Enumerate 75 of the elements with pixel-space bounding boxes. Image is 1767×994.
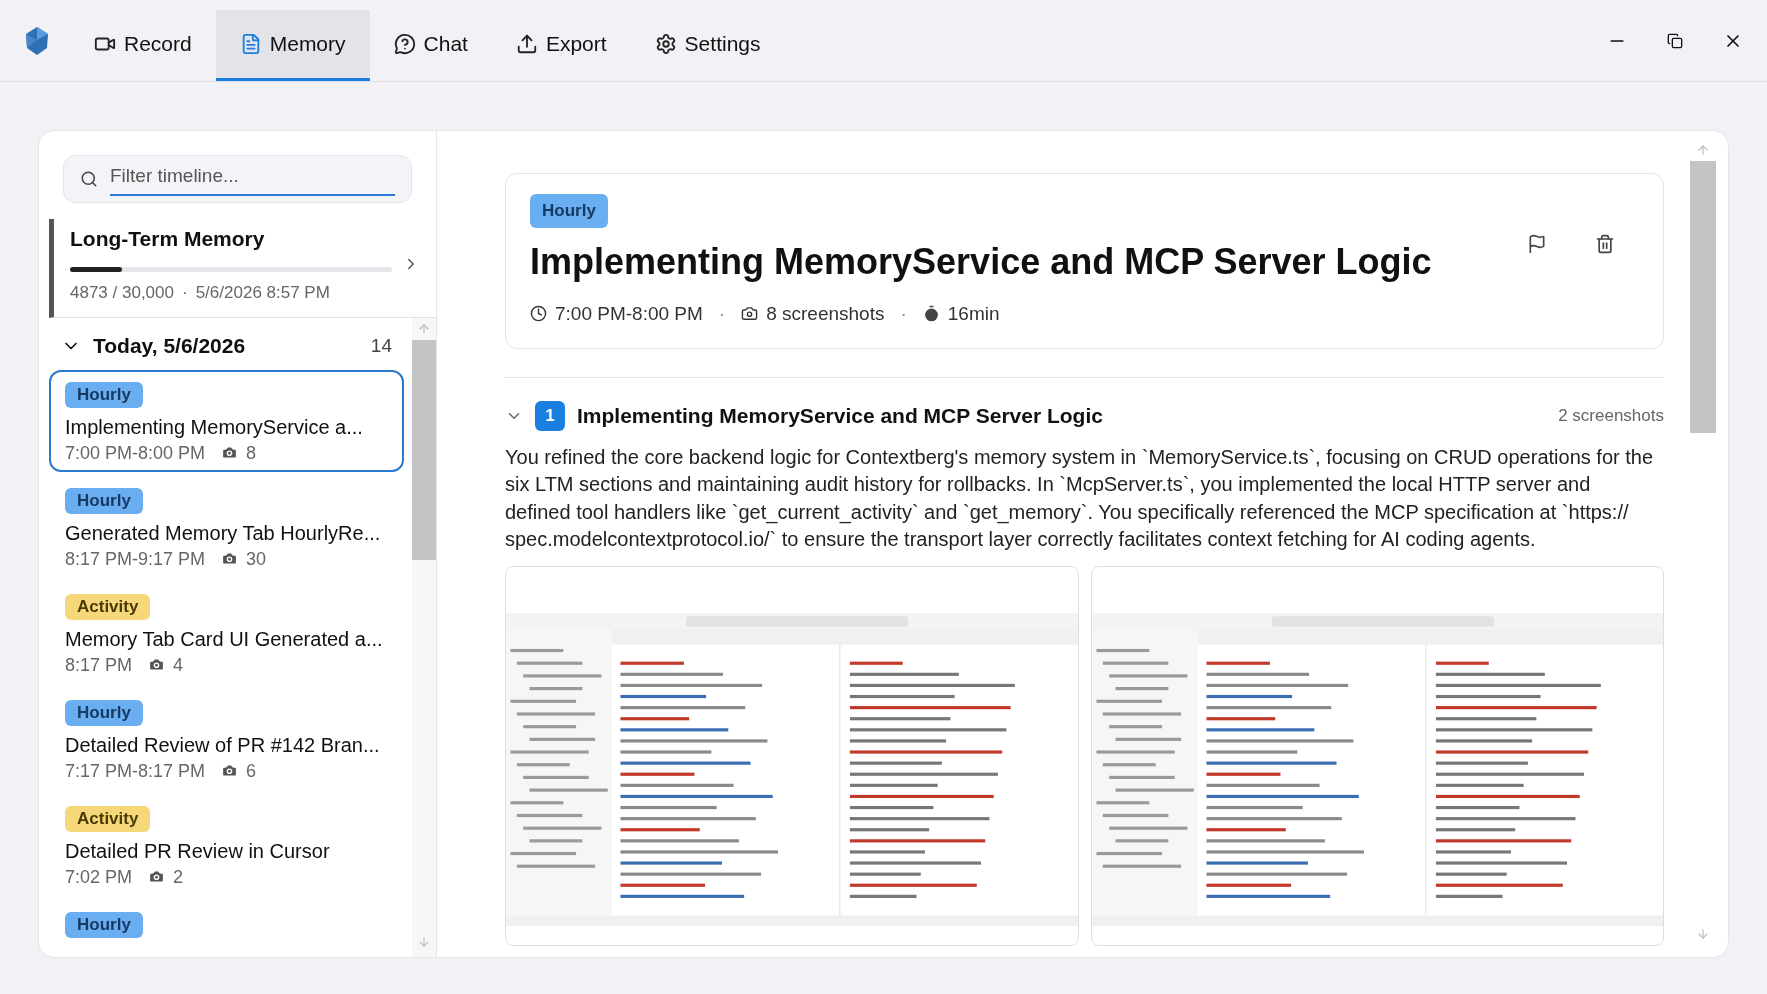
screenshot-count: 6 <box>246 759 257 782</box>
delete-icon[interactable] <box>1595 234 1615 254</box>
category-badge: Hourly <box>65 381 143 408</box>
separator-dot: · <box>182 281 188 304</box>
long-term-memory-card[interactable]: Long-Term Memory 4873 / 30,000 · 5/6/2026 8:57 PM <box>49 219 436 318</box>
time-range: 7:00 PM-8:00 PM <box>555 301 703 326</box>
screenshot-count: 30 <box>246 547 267 570</box>
screenshot-count: 4 <box>173 653 184 676</box>
screenshot-count: 2 <box>173 865 184 888</box>
category-badge: Hourly <box>530 194 608 228</box>
screenshot-total: 8 screenshots <box>766 301 885 326</box>
memory-title: Long-Term Memory <box>70 226 266 252</box>
item-count: 14 <box>370 333 392 358</box>
scroll-up-icon[interactable] <box>417 322 431 336</box>
camera-icon <box>221 762 239 779</box>
section-title: Implementing MemoryService and MCP Server Logic <box>577 403 1104 429</box>
stopwatch-icon <box>922 305 940 323</box>
timeline-item[interactable]: Hourly Detailed Review of PR #142 Bran... 7:17 PM-8:17 PM 6 <box>49 687 404 790</box>
search-icon <box>80 170 98 188</box>
memory-updated: 5/6/2026 8:57 PM <box>195 281 330 304</box>
nav-tab[interactable]: Memory <box>215 10 370 81</box>
tab-icon <box>515 33 538 55</box>
day-title: Today, 5/6/2026 <box>93 333 247 359</box>
filter-field[interactable]: Filter timeline... <box>63 155 412 203</box>
nav-tab[interactable]: Settings <box>630 10 785 81</box>
category-badge: Activity <box>65 593 151 620</box>
scroll-up-icon[interactable] <box>1696 143 1710 157</box>
scroll-thumb[interactable] <box>412 340 436 560</box>
category-badge: Hourly <box>65 911 143 938</box>
summary-title: Implementing MemoryService and MCP Server Logic <box>530 239 1433 284</box>
item-title: Detailed PR Review in Cursor <box>65 838 331 864</box>
section-count: 2 screenshots <box>1558 405 1664 427</box>
item-title: Implementing MemoryService a... <box>65 414 364 440</box>
category-badge: Hourly <box>65 699 143 726</box>
timeline-item[interactable]: Hourly <box>49 899 404 946</box>
timeline-item[interactable]: Hourly Generated Memory Tab HourlyRe... 8:17 PM-9:17 PM 30 <box>49 475 404 578</box>
category-badge: Activity <box>65 805 151 832</box>
restore-icon[interactable] <box>1667 32 1683 49</box>
separator-dot: · <box>900 301 907 326</box>
nav-tab[interactable]: Record <box>70 10 216 81</box>
scrollbar[interactable] <box>412 318 436 957</box>
scroll-thumb[interactable] <box>1690 161 1716 433</box>
item-time: 7:02 PM <box>65 865 133 888</box>
flag-icon[interactable] <box>1527 234 1547 254</box>
item-time: 7:00 PM-8:00 PM <box>65 441 206 464</box>
section-number: 1 <box>535 400 565 431</box>
day-group-header[interactable]: Today, 5/6/2026 14 <box>49 330 404 362</box>
item-time: 8:17 PM <box>65 653 133 676</box>
camera-icon <box>148 868 166 885</box>
scroll-down-icon[interactable] <box>1696 927 1710 941</box>
item-time: 8:17 PM-9:17 PM <box>65 547 206 570</box>
item-title: Memory Tab Card UI Generated a... <box>65 626 384 652</box>
category-badge: Hourly <box>65 487 143 514</box>
section-summary: You refined the core backend logic for Contextberg's memory system in `MemoryService.ts`, focusing on CRUD operations for the six LTM sections and maintaining audit history for rollbacks. In `McpServer.ts`, you implemented the local HTTP server and defined tool handlers like `get_current_activity` and `get_memory`. You specifically referenced the MCP specification at `https:// spec.modelcontextprotocol.io/` to ensure the transport layer correctly facilitates context fetching for AI coding agents. <box>505 444 1655 552</box>
app-logo <box>24 25 50 56</box>
nav-tab[interactable]: Export <box>491 10 631 81</box>
camera-icon <box>741 305 759 323</box>
timeline-item[interactable]: Activity Memory Tab Card UI Generated a... 8:17 PM 4 <box>49 581 404 684</box>
screenshot-count: 8 <box>246 441 257 464</box>
timeline-item[interactable]: Activity Detailed PR Review in Cursor 7:02 PM 2 <box>49 793 404 896</box>
scroll-down-icon[interactable] <box>417 935 431 949</box>
clock-icon <box>530 305 547 323</box>
timeline-item[interactable]: Hourly Implementing MemoryService a... 7:00 PM-8:00 PM 8 <box>49 369 404 472</box>
nav-tab[interactable]: Chat <box>369 10 492 81</box>
camera-icon <box>221 444 239 461</box>
camera-icon <box>148 656 166 673</box>
item-title: Detailed Review of PR #142 Bran... <box>65 732 381 758</box>
separator-dot: · <box>718 301 726 326</box>
tab-icon <box>654 33 677 55</box>
item-time: 7:17 PM-8:17 PM <box>65 759 206 782</box>
duration: 16min <box>947 301 1000 326</box>
item-title: Generated Memory Tab HourlyRe... <box>65 520 382 546</box>
tab-icon <box>393 33 416 55</box>
memory-usage: 4873 / 30,000 <box>70 281 174 304</box>
camera-icon <box>221 550 239 567</box>
